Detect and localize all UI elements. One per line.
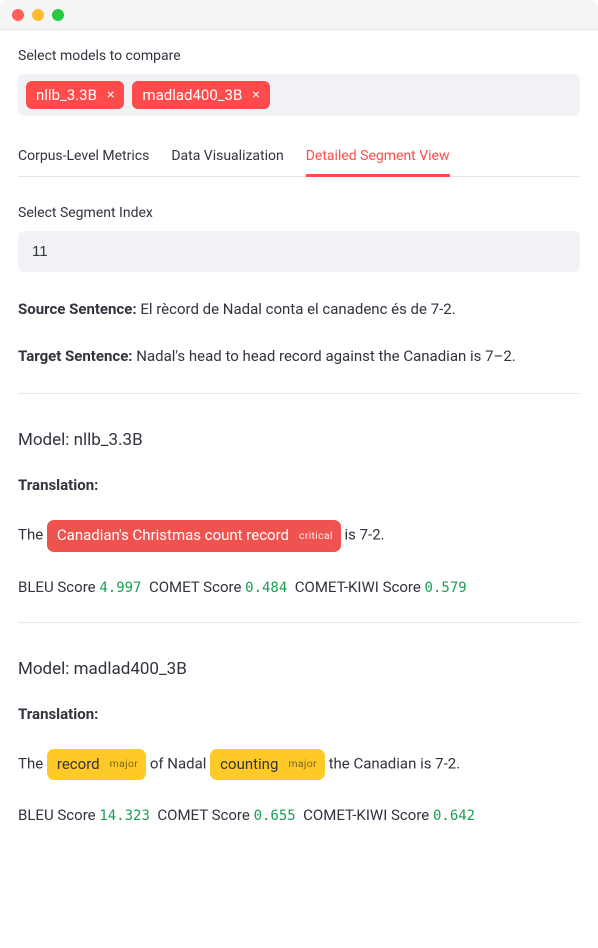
error-span-text: Canadian's Christmas count record [57,523,289,549]
error-span-text: counting [220,752,278,778]
maximize-window-button[interactable] [52,9,64,21]
bleu-label: BLEU Score [18,806,96,824]
remove-chip-icon[interactable]: × [252,87,259,103]
kiwi-value: 0.642 [433,808,475,824]
error-span-major: record major [47,749,146,781]
source-label: Source Sentence: [18,300,137,318]
source-sentence-row: Source Sentence: El rècord de Nadal cont… [18,298,580,321]
translation-label: Translation: [18,705,580,723]
target-text: Nadal's head to head record against the … [136,347,516,365]
kiwi-value: 0.579 [425,580,467,596]
comet-value: 0.655 [254,808,296,824]
error-span-critical: Canadian's Christmas count record critica… [47,520,341,552]
model-chip-label: nllb_3.3B [36,86,97,104]
remove-chip-icon[interactable]: × [107,87,114,103]
bleu-value: 4.997 [99,580,141,596]
error-severity-label: critical [299,527,333,545]
tab-bar: Corpus-Level Metrics Data Visualization … [18,140,580,177]
minimize-window-button[interactable] [32,9,44,21]
comet-label: COMET Score [157,806,249,824]
close-window-button[interactable] [12,9,24,21]
comet-value: 0.484 [245,580,287,596]
error-severity-label: major [110,755,138,773]
scores-row: BLEU Score 14.323 COMET Score 0.655 COME… [18,806,580,824]
divider [18,393,580,394]
translation-label: Translation: [18,476,580,494]
translation-suffix: is 7-2. [341,526,385,544]
target-label: Target Sentence: [18,347,133,365]
model-chip[interactable]: madlad400_3B × [132,81,269,109]
translation-prefix: The [18,526,47,544]
target-sentence-row: Target Sentence: Nadal's head to head re… [18,345,580,368]
tab-data-visualization[interactable]: Data Visualization [171,140,283,176]
model-heading: Model: madlad400_3B [18,659,580,679]
bleu-label: BLEU Score [18,578,96,596]
model-select-label: Select models to compare [18,48,580,64]
tab-detailed-segment-view[interactable]: Detailed Segment View [306,140,450,176]
segment-index-input[interactable] [18,231,580,272]
kiwi-label: COMET-KIWI Score [303,806,429,824]
divider [18,622,580,623]
translation-text: The record major of Nadal counting major t… [18,749,580,781]
tab-corpus-metrics[interactable]: Corpus-Level Metrics [18,140,149,176]
translation-text: The Canadian's Christmas count record cri… [18,520,580,552]
translation-suffix: the Canadian is 7-2. [325,754,460,772]
window-titlebar [0,0,598,30]
scores-row: BLEU Score 4.997 COMET Score 0.484 COMET… [18,578,580,596]
model-multiselect[interactable]: nllb_3.3B × madlad400_3B × [18,74,580,116]
translation-mid: of Nadal [146,754,210,772]
model-chip-label: madlad400_3B [142,86,242,104]
segment-index-label: Select Segment Index [18,205,580,221]
error-span-major: counting major [210,749,325,781]
kiwi-label: COMET-KIWI Score [295,578,421,596]
source-text: El rècord de Nadal conta el canadenc és … [140,300,455,318]
model-heading: Model: nllb_3.3B [18,430,580,450]
model-chip[interactable]: nllb_3.3B × [26,81,124,109]
bleu-value: 14.323 [99,808,150,824]
error-span-text: record [57,752,100,778]
comet-label: COMET Score [149,578,241,596]
error-severity-label: major [288,755,316,773]
translation-prefix: The [18,754,47,772]
